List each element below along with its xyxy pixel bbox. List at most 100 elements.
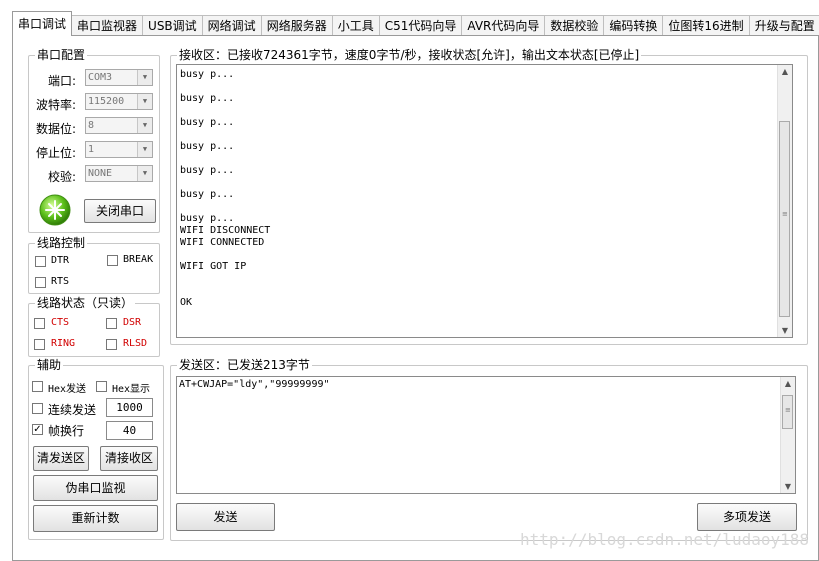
break-checkbox[interactable]: [107, 255, 118, 266]
line-status-title: 线路状态（只读）: [35, 296, 136, 310]
rlsd-label: RLSD: [123, 338, 148, 349]
receive-content: busy p... busy p... busy p... busy p... busy…: [180, 69, 270, 309]
receive-line: WIFI GOT IP: [180, 261, 247, 272]
databits-select[interactable]: 8 ▼: [85, 117, 153, 134]
tab-encoding[interactable]: 编码转换: [603, 15, 664, 36]
dsr-label: DSR: [123, 317, 142, 328]
frame-newline-checkbox[interactable]: ✓: [32, 424, 43, 435]
rts-checkbox[interactable]: [35, 277, 46, 288]
reset-count-button[interactable]: 重新计数: [33, 505, 158, 532]
receive-line: busy p...: [180, 189, 235, 200]
scroll-thumb[interactable]: ≡: [782, 395, 793, 429]
grip-icon: ≡: [785, 406, 791, 414]
chevron-down-icon: ▼: [137, 142, 152, 157]
receive-line: [180, 129, 270, 141]
chevron-down-icon: ▼: [137, 166, 152, 181]
parity-label: 校验:: [47, 170, 76, 184]
receive-line: [180, 273, 270, 285]
receive-line: busy p...: [180, 165, 235, 176]
frame-value-input[interactable]: 40: [106, 421, 153, 440]
baud-value: 115200: [88, 96, 125, 107]
dtr-label: DTR: [51, 255, 70, 266]
tab-c51-wizard[interactable]: C51代码向导: [378, 15, 463, 36]
close-port-button[interactable]: 关闭串口: [84, 199, 156, 223]
receive-line: busy p...: [180, 141, 235, 152]
tab-usb-debug[interactable]: USB调试: [142, 15, 203, 36]
chevron-down-icon: ▼: [137, 94, 152, 109]
aux-title: 辅助: [35, 358, 64, 372]
serial-config-title: 串口配置: [35, 48, 88, 62]
receive-line: busy p...: [180, 117, 235, 128]
port-value: COM3: [88, 72, 113, 83]
tab-bar: 串口调试 串口监视器 USB调试 网络调试 网络服务器 小工具 C51代码向导 …: [12, 11, 819, 36]
cts-indicator: [34, 318, 45, 329]
clear-send-button[interactable]: 清发送区: [33, 446, 89, 471]
tab-avr-wizard[interactable]: AVR代码向导: [461, 15, 546, 36]
send-textarea[interactable]: AT+CWJAP="ldy","99999999" ▲ ≡ ▼: [176, 376, 796, 494]
stopbits-value: 1: [88, 144, 95, 155]
hex-display-label: Hex显示: [112, 384, 151, 395]
scroll-up-icon[interactable]: ▲: [778, 67, 792, 76]
frame-newline-label: 帧换行: [48, 424, 85, 438]
hex-send-checkbox[interactable]: [32, 381, 43, 392]
continuous-send-checkbox[interactable]: [32, 403, 43, 414]
chevron-down-icon: ▼: [137, 118, 152, 133]
break-label: BREAK: [123, 254, 154, 265]
receive-line: [180, 177, 270, 189]
dtr-checkbox[interactable]: [35, 256, 46, 267]
receive-line: [180, 201, 270, 213]
dsr-indicator: [106, 318, 117, 329]
tab-serial-debug[interactable]: 串口调试: [12, 11, 73, 36]
stopbits-select[interactable]: 1 ▼: [85, 141, 153, 158]
port-select[interactable]: COM3 ▼: [85, 69, 153, 86]
parity-select[interactable]: NONE ▼: [85, 165, 153, 182]
receive-textarea[interactable]: busy p... busy p... busy p... busy p... busy…: [176, 64, 793, 338]
stopbits-label: 停止位:: [35, 146, 76, 160]
watermark: http://blog.csdn.net/ludaoy188: [520, 530, 809, 549]
multi-send-button[interactable]: 多项发送: [697, 503, 797, 531]
tab-bitmap-hex[interactable]: 位图转16进制: [662, 15, 750, 36]
rlsd-indicator: [106, 339, 117, 350]
receive-line: [180, 285, 270, 297]
pseudo-monitor-button[interactable]: 伪串口监视: [33, 475, 158, 501]
receive-line: busy p...: [180, 69, 235, 80]
receive-line: [180, 105, 270, 117]
port-label: 端口:: [47, 74, 76, 88]
chevron-down-icon: ▼: [137, 70, 152, 85]
scroll-thumb[interactable]: ≡: [779, 121, 790, 317]
send-content: AT+CWJAP="ldy","99999999": [179, 379, 330, 390]
send-scrollbar[interactable]: ▲ ≡ ▼: [780, 377, 795, 493]
rts-label: RTS: [51, 276, 70, 287]
tab-serial-monitor[interactable]: 串口监视器: [71, 15, 144, 36]
receive-line: [180, 153, 270, 165]
baud-select[interactable]: 115200 ▼: [85, 93, 153, 110]
tab-tools[interactable]: 小工具: [331, 15, 380, 36]
port-status-icon: [39, 194, 71, 226]
receive-title: 接收区：已接收724361字节，速度0字节/秒，接收状态[允许]，输出文本状态[…: [177, 48, 642, 62]
parity-value: NONE: [88, 168, 113, 179]
serial-debug-app: 串口调试 串口监视器 USB调试 网络调试 网络服务器 小工具 C51代码向导 …: [0, 0, 819, 561]
receive-line: OK: [180, 297, 193, 308]
hex-display-checkbox[interactable]: [96, 381, 107, 392]
baud-label: 波特率:: [35, 98, 76, 112]
receive-line: [180, 249, 270, 261]
continuous-interval-input[interactable]: 1000: [106, 398, 153, 417]
tab-network-debug[interactable]: 网络调试: [201, 15, 262, 36]
clear-receive-button[interactable]: 清接收区: [100, 446, 158, 471]
databits-label: 数据位:: [35, 122, 76, 136]
receive-line: busy p...: [180, 93, 235, 104]
grip-icon: ≡: [782, 210, 788, 218]
cts-label: CTS: [51, 317, 70, 328]
scroll-up-icon[interactable]: ▲: [781, 379, 795, 388]
line-control-title: 线路控制: [35, 236, 88, 250]
tab-data-check[interactable]: 数据校验: [544, 15, 605, 36]
receive-scrollbar[interactable]: ▲ ≡ ▼: [777, 65, 792, 337]
tab-network-server[interactable]: 网络服务器: [260, 15, 333, 36]
scroll-down-icon[interactable]: ▼: [781, 482, 795, 491]
ring-label: RING: [51, 338, 76, 349]
send-title: 发送区：已发送213字节: [177, 358, 312, 372]
scroll-down-icon[interactable]: ▼: [778, 326, 792, 335]
send-button[interactable]: 发送: [176, 503, 275, 531]
databits-value: 8: [88, 120, 95, 131]
tab-upgrade-config[interactable]: 升级与配置: [748, 15, 819, 36]
